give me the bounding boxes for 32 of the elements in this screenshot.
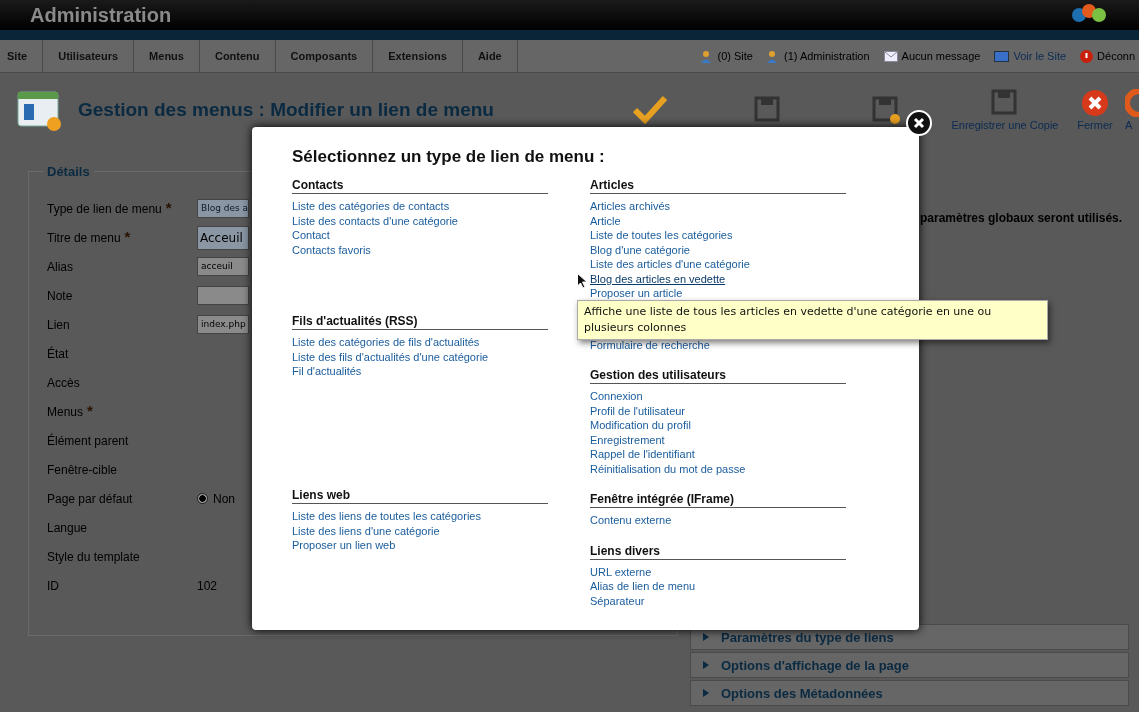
field-label: Titre de menu — [47, 230, 121, 245]
field-label: Note — [47, 288, 73, 303]
section-heading: Fenêtre intégrée (IFrame) — [590, 492, 846, 508]
field-label: État — [47, 346, 69, 361]
field-label: Style du template — [47, 549, 140, 564]
field-label: Élément parent — [47, 433, 129, 448]
modal-title: Sélectionnez un type de lien de menu : — [292, 147, 606, 167]
field-label: Lien — [47, 317, 70, 332]
section-heading: Gestion des utilisateurs — [590, 368, 846, 384]
field-label: ID — [47, 578, 59, 593]
section-heading: Articles — [590, 178, 846, 194]
field-label: Alias — [47, 259, 73, 274]
section-heading: Liens divers — [590, 543, 846, 560]
tooltip: Affiche une liste de tous les articles en vedette d'une catégorie en une ou plusieurs colonnes — [577, 300, 1048, 340]
fieldset-legend: Détails — [43, 164, 94, 179]
section-heading: Contacts — [292, 178, 548, 194]
page-title: Gestion des menus : Modifier un lien de menu — [78, 99, 494, 121]
radio-label: Non — [213, 491, 235, 506]
info-text: paramètres globaux seront utilisés. — [920, 211, 1124, 225]
field-label: Accès — [47, 375, 80, 390]
field-label: Type de lien de menu — [47, 201, 162, 216]
required-mark: * — [124, 230, 131, 245]
section-heading: Fils d'actualités (RSS) — [292, 314, 548, 330]
required-mark: * — [165, 201, 172, 216]
section-heading: Liens web — [292, 488, 548, 504]
required-mark: * — [87, 404, 93, 419]
field-label: Menus — [47, 404, 84, 419]
field-label: Langue — [47, 520, 88, 535]
field-label: Page par défaut — [47, 491, 133, 506]
admin-title: Administration — [30, 3, 172, 27]
field-label: Fenêtre-cible — [47, 462, 118, 477]
field-value: 102 — [197, 578, 218, 593]
